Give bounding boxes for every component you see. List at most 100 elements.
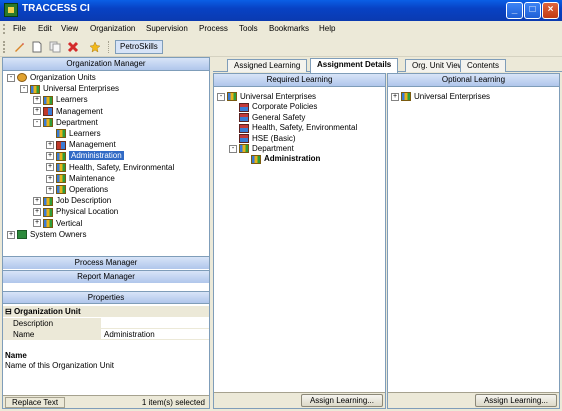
tree-node[interactable]: + System Owners — [7, 229, 86, 240]
tree-node[interactable]: + Operations — [46, 184, 108, 195]
menu-tools[interactable]: Tools — [239, 24, 258, 33]
org-unit-icon — [43, 207, 53, 217]
menu-file[interactable]: File — [13, 24, 26, 33]
menu-help[interactable]: Help — [319, 24, 335, 33]
org-unit-icon — [56, 162, 66, 172]
expand-toggle-icon[interactable]: + — [391, 92, 399, 101]
tree-node[interactable]: Administration — [241, 153, 320, 164]
expand-toggle-icon[interactable]: + — [7, 230, 15, 239]
report-manager-bar[interactable]: Report Manager — [3, 270, 209, 283]
tree-node[interactable]: - Organization Units — [7, 72, 96, 83]
menu-supervision[interactable]: Supervision — [146, 24, 188, 33]
close-button[interactable]: × — [542, 2, 559, 19]
tree-node[interactable]: General Safety — [229, 112, 305, 123]
tree-node[interactable]: - Universal Enterprises — [217, 91, 316, 102]
toolbar-separator — [108, 41, 109, 53]
petroskills-button[interactable]: PetroSkills — [115, 40, 163, 54]
tree-node[interactable]: + Administration — [46, 150, 124, 161]
expand-toggle-icon[interactable]: + — [46, 152, 54, 161]
expand-toggle-icon[interactable]: + — [33, 219, 41, 228]
tab-assignment-details[interactable]: Assignment Details — [310, 58, 399, 73]
new-document-icon[interactable] — [31, 41, 43, 53]
org-unit-icon — [56, 174, 66, 184]
delete-icon[interactable] — [67, 41, 79, 53]
tree-node[interactable]: + Maintenance — [46, 173, 115, 184]
org-unit-icon — [43, 95, 53, 105]
property-row-description[interactable]: Description — [3, 318, 209, 329]
menu-bar: File Edit View Organization Supervision … — [0, 21, 562, 37]
property-key: Name — [3, 329, 101, 340]
tree-node-label: Vertical — [56, 218, 83, 228]
tree-node-label: Management — [69, 140, 116, 150]
assign-learning-button[interactable]: Assign Learning... — [474, 394, 557, 407]
tree-node-label: Organization Units — [30, 73, 96, 82]
course-icon — [239, 113, 249, 123]
tree-node-label: Job Description — [56, 196, 112, 206]
tree-node[interactable]: + Learners — [33, 94, 88, 105]
collapse-toggle-icon[interactable]: - — [20, 85, 28, 94]
tree-node-label: HSE (Basic) — [252, 133, 296, 143]
expand-toggle-icon[interactable]: + — [46, 163, 54, 172]
collapse-toggle-icon[interactable]: - — [229, 144, 237, 153]
minimize-button[interactable]: _ — [506, 2, 523, 19]
required-learning-panel: Required Learning - Universal Enterprises… — [213, 73, 386, 409]
tree-node-label: Department — [252, 144, 294, 153]
tree-node-label: Operations — [69, 185, 109, 194]
tree-node-label: Administration — [69, 151, 124, 161]
tree-node[interactable]: + Universal Enterprises — [391, 91, 490, 102]
tree-node[interactable]: Corporate Policies — [229, 101, 317, 112]
org-unit-icon — [239, 144, 249, 154]
expand-toggle-icon[interactable]: + — [33, 208, 41, 217]
tree-node[interactable]: - Universal Enterprises — [20, 83, 119, 94]
tree-node[interactable]: + Job Description — [33, 195, 111, 206]
tree-node[interactable]: + Health, Safety, Environmental — [46, 162, 174, 173]
org-unit-icon — [43, 196, 53, 206]
expand-toggle-icon[interactable]: + — [46, 174, 54, 183]
process-manager-bar[interactable]: Process Manager — [3, 256, 209, 269]
menu-bookmarks[interactable]: Bookmarks — [269, 24, 309, 33]
collapse-toggle-icon[interactable]: - — [217, 92, 225, 101]
tree-node-label: Physical Location — [56, 207, 119, 217]
tree-node[interactable]: HSE (Basic) — [229, 133, 296, 144]
tree-node-label: Corporate Policies — [252, 102, 318, 112]
collapse-toggle-icon[interactable]: - — [33, 118, 41, 127]
tree-node[interactable]: + Vertical — [33, 218, 82, 229]
expand-toggle-icon[interactable]: + — [33, 197, 41, 206]
tree-node[interactable]: - Department — [33, 117, 98, 128]
menu-process[interactable]: Process — [199, 24, 228, 33]
toolbar-grip — [3, 41, 5, 53]
tree-node[interactable]: Health, Safety, Environmental — [229, 122, 357, 133]
tree-node[interactable]: + Physical Location — [33, 206, 118, 217]
tab-assigned-learning[interactable]: Assigned Learning — [227, 59, 308, 72]
title-bar: TRACCESS CI _ □ × — [0, 0, 562, 21]
assign-learning-button[interactable]: Assign Learning... — [300, 394, 383, 407]
star-icon[interactable] — [89, 41, 101, 53]
maximize-button[interactable]: □ — [524, 2, 541, 19]
menu-edit[interactable]: Edit — [38, 24, 52, 33]
expand-toggle-icon[interactable]: + — [33, 96, 41, 105]
collapse-toggle-icon[interactable]: - — [7, 73, 15, 82]
tree-node[interactable]: - Department — [229, 143, 294, 154]
tree-node[interactable]: + Management — [33, 106, 103, 117]
menu-view[interactable]: View — [61, 24, 78, 33]
expand-toggle-icon[interactable]: + — [33, 107, 41, 116]
menu-grip — [3, 24, 5, 34]
tree-node[interactable]: + Management — [46, 139, 116, 150]
property-category[interactable]: ⊟ Organization Unit — [3, 306, 209, 317]
optional-learning-panel: Optional Learning + Universal Enterprises… — [387, 73, 560, 409]
property-row-name[interactable]: Name Administration — [3, 329, 209, 340]
tree-node-label: Health, Safety, Environmental — [252, 123, 358, 133]
org-unit-icon — [43, 118, 53, 128]
org-unit-icon — [43, 218, 53, 228]
course-icon — [239, 102, 249, 112]
menu-organization[interactable]: Organization — [90, 24, 135, 33]
expand-toggle-icon[interactable]: + — [46, 185, 54, 194]
pencil-icon[interactable] — [13, 41, 25, 53]
tab-contents[interactable]: Contents — [460, 59, 507, 72]
property-value[interactable]: Administration — [102, 329, 155, 340]
replace-text-button[interactable]: Replace Text — [5, 397, 66, 408]
expand-toggle-icon[interactable]: + — [46, 141, 54, 150]
org-manager-header[interactable]: Organization Manager — [3, 58, 209, 71]
tree-node[interactable]: Learners — [46, 128, 101, 139]
copy-icon[interactable] — [49, 41, 61, 53]
